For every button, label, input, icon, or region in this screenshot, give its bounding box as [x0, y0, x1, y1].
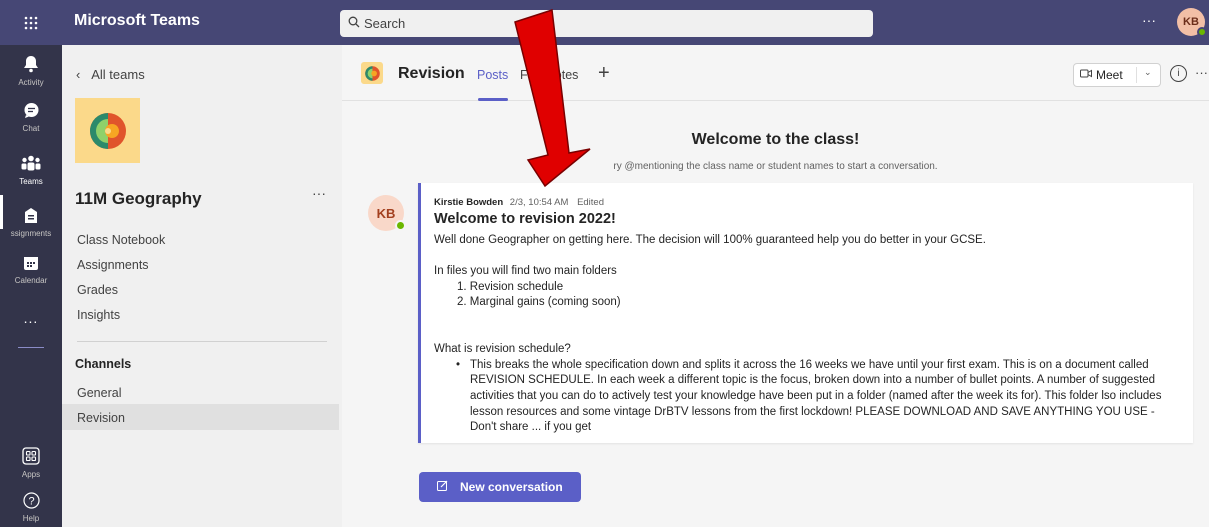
all-teams-label: All teams: [91, 67, 145, 82]
post-title: Welcome to revision 2022!: [434, 211, 616, 227]
nav-insights[interactable]: Insights: [77, 308, 120, 322]
folders-list: 1. Revision schedule 2. Marginal gains (…: [434, 280, 1184, 311]
presence-available-icon: [395, 220, 406, 231]
meet-label: Meet: [1096, 68, 1123, 82]
tab-active-underline: [478, 98, 508, 101]
meet-divider: [1136, 67, 1137, 83]
waffle-icon[interactable]: [0, 0, 62, 45]
user-initials: KB: [1183, 16, 1199, 28]
channel-revision[interactable]: Revision: [77, 411, 125, 425]
list-item: This breaks the whole specification down…: [456, 358, 1184, 436]
post-card[interactable]: Kirstie Bowden 2/3, 10:54 AM Edited Welc…: [418, 183, 1193, 443]
help-icon: ?: [22, 492, 40, 514]
post-edited-label: Edited: [577, 197, 604, 208]
rail-item-activity[interactable]: Activity: [0, 55, 62, 87]
rail-item-teams[interactable]: Teams: [0, 155, 62, 186]
calendar-icon: [23, 255, 39, 276]
post-intro: Well done Geographer on getting here. Th…: [434, 234, 986, 246]
apps-icon: [22, 447, 40, 470]
team-more-icon[interactable]: ···: [312, 185, 326, 201]
rail-item-label: Calendar: [14, 276, 48, 285]
tab-posts[interactable]: Posts: [477, 68, 508, 82]
more-options-icon[interactable]: ···: [1142, 12, 1156, 28]
channel-team-logo: [361, 62, 383, 84]
rail-item-label: Chat: [22, 124, 40, 133]
welcome-subtitle: ry @mentioning the class name or student…: [613, 161, 938, 172]
team-panel: ‹ All teams 11M Geography ··· Class Note…: [62, 45, 342, 527]
rail-item-help[interactable]: ? Help: [0, 492, 62, 523]
teams-icon: [21, 155, 41, 177]
rail-item-label: Help: [22, 514, 40, 523]
more-icon: ...: [23, 310, 39, 326]
channel-main: Revision Posts F lotes + Meet ⌄ i ··· We…: [342, 45, 1209, 527]
team-logo: [75, 98, 140, 163]
chevron-down-icon[interactable]: ⌄: [1144, 67, 1152, 78]
post-question: What is revision schedule?: [434, 343, 571, 356]
channels-heading: Channels: [75, 357, 132, 371]
post-timestamp: 2/3, 10:54 AM: [509, 197, 569, 208]
rail-item-label: Apps: [21, 470, 41, 479]
chat-icon: [23, 102, 40, 124]
panel-divider: [77, 341, 327, 342]
nav-assignments[interactable]: Assignments: [77, 258, 149, 272]
rail-item-label: Activity: [18, 78, 44, 87]
search-icon: [348, 16, 360, 31]
chevron-left-icon: ‹: [76, 67, 81, 82]
compose-icon: [437, 480, 448, 494]
new-conversation-label: New conversation: [460, 480, 563, 494]
post-author[interactable]: Kirstie Bowden: [434, 197, 503, 208]
video-camera-icon: [1080, 69, 1092, 81]
rail-item-apps[interactable]: Apps: [0, 447, 62, 479]
author-initials: KB: [376, 205, 396, 221]
post-body: Well done Geographer on getting here. Th…: [434, 233, 1184, 436]
meet-button[interactable]: Meet ⌄: [1073, 63, 1161, 87]
app-rail: Activity Chat Teams ssignments Calendar …: [0, 45, 62, 527]
team-name: 11M Geography: [75, 189, 202, 208]
search-input[interactable]: Search: [340, 10, 873, 37]
svg-text:?: ?: [28, 496, 34, 508]
list-item: 2. Marginal gains (coming soon): [457, 296, 621, 309]
user-avatar[interactable]: KB: [1177, 8, 1207, 37]
channel-more-icon[interactable]: ···: [1195, 65, 1208, 80]
nav-class-notebook[interactable]: Class Notebook: [77, 233, 165, 247]
rail-divider: [18, 347, 44, 348]
all-teams-link[interactable]: ‹ All teams: [76, 67, 145, 82]
post-meta: Kirstie Bowden 2/3, 10:54 AM Edited: [434, 197, 610, 208]
channel-general[interactable]: General: [77, 386, 121, 400]
tab-notes[interactable]: lotes: [552, 68, 578, 82]
welcome-title: Welcome to the class!: [691, 131, 860, 148]
new-conversation-button[interactable]: New conversation: [419, 472, 581, 502]
nav-grades[interactable]: Grades: [77, 283, 118, 297]
channel-name: Revision: [398, 65, 465, 82]
channel-header: Revision Posts F lotes + Meet ⌄ i ···: [342, 45, 1209, 101]
rail-item-label: ssignments: [10, 229, 52, 238]
rail-item-label: Teams: [19, 177, 43, 186]
post-folders-intro: In files you will find two main folders: [434, 265, 617, 278]
rail-item-more[interactable]: ...: [0, 309, 62, 327]
bullet-list: This breaks the whole specification down…: [434, 358, 1184, 436]
list-item: 1. Revision schedule: [457, 280, 564, 293]
rail-item-chat[interactable]: Chat: [0, 102, 62, 133]
tab-files[interactable]: F: [520, 68, 528, 82]
assignments-icon: [23, 207, 39, 229]
top-bar: Microsoft Teams Search ··· KB: [0, 0, 1209, 45]
bell-icon: [23, 55, 39, 78]
author-avatar[interactable]: KB: [368, 195, 406, 231]
rail-item-calendar[interactable]: Calendar: [0, 255, 62, 285]
add-tab-icon[interactable]: +: [598, 62, 610, 85]
presence-available-icon: [1197, 27, 1207, 37]
app-title: Microsoft Teams: [74, 12, 200, 29]
rail-item-assignments[interactable]: ssignments: [0, 207, 62, 238]
search-placeholder: Search: [364, 16, 406, 31]
info-icon[interactable]: i: [1170, 65, 1187, 82]
